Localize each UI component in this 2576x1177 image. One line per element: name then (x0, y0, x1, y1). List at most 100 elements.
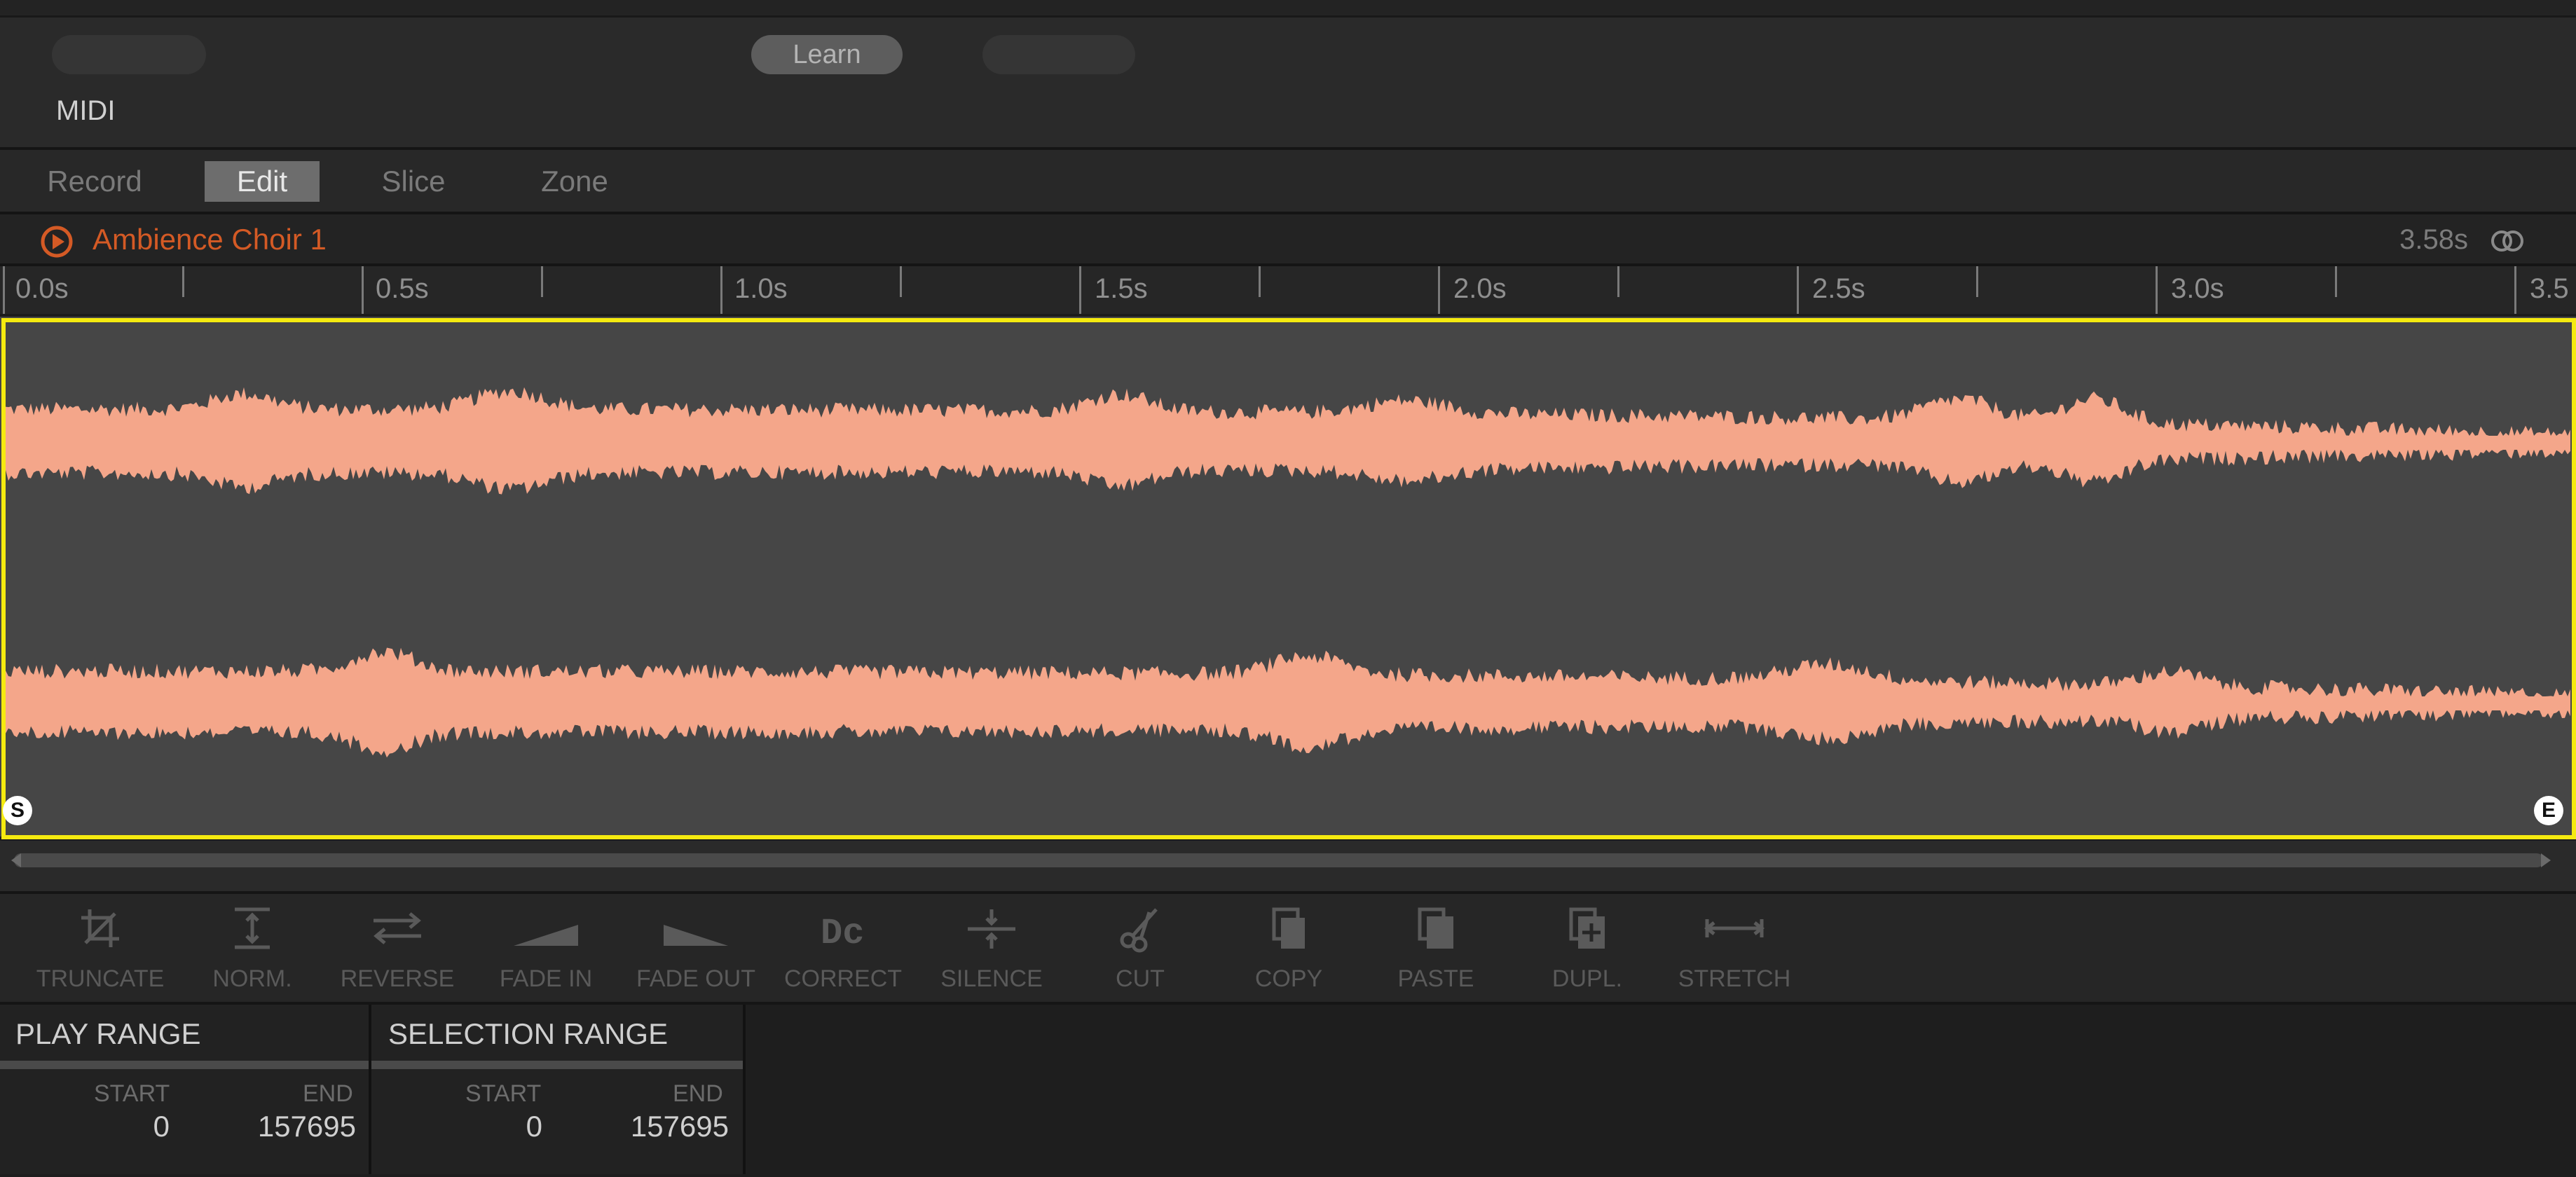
tool-label: SILENCE (940, 965, 1043, 992)
tab-edit[interactable]: Edit (205, 161, 320, 202)
start-label: START (94, 1080, 170, 1107)
play-range-start[interactable]: 0 (153, 1110, 170, 1143)
timeline-tick (3, 266, 5, 314)
timeline-tick (1976, 266, 1978, 297)
normalize-button[interactable]: NORM. (179, 894, 326, 999)
tab-slice[interactable]: Slice (357, 161, 470, 202)
truncate-button[interactable]: TRUNCATE (27, 894, 174, 999)
svg-text:Dc: Dc (821, 913, 864, 954)
play-range: PLAY RANGE START END 0 157695 (0, 1005, 371, 1174)
start-label: START (465, 1080, 542, 1107)
sample-length: 3.58s (2399, 224, 2468, 255)
tab-record[interactable]: Record (28, 161, 161, 202)
sample-editor-tabs: Record Edit Slice Zone (0, 150, 2576, 214)
selection-highlight (1, 318, 2576, 839)
fade-in-button[interactable]: FADE IN (472, 894, 619, 999)
range-divider (371, 1061, 743, 1069)
time-label: 1.0s (734, 273, 788, 304)
range-panel: PLAY RANGE START END 0 157695 SELECTION … (0, 1005, 2576, 1177)
midi-panel: Learn MIDI (0, 0, 2576, 150)
tool-label: NORM. (212, 965, 292, 992)
play-range-end[interactable]: 157695 (258, 1110, 356, 1143)
tool-label: CORRECT (783, 965, 903, 992)
dc-correct-icon: Dc (821, 913, 864, 954)
midi-label: MIDI (56, 95, 116, 126)
tool-label: TRUNCATE (36, 965, 165, 992)
fade-out-button[interactable]: FADE OUT (622, 894, 769, 999)
timeline-tick (362, 266, 364, 314)
selection-range-end[interactable]: 157695 (631, 1110, 729, 1143)
timeline-tick (182, 266, 184, 297)
tool-label: FADE IN (499, 965, 593, 992)
midi-knob-slot-1[interactable] (52, 35, 206, 74)
timeline-ruler[interactable]: 0.0s 0.5s 1.0s 1.5s 2.0s 2.5s 3.0s 3.5 (0, 266, 2576, 314)
timeline-tick (541, 266, 543, 297)
time-label: 0.5s (376, 273, 429, 304)
tool-label: COPY (1254, 965, 1323, 992)
end-label: END (673, 1080, 723, 1107)
time-label: 0.0s (15, 273, 69, 304)
end-label: END (303, 1080, 353, 1107)
cut-button[interactable]: CUT (1067, 894, 1214, 999)
sample-name: Ambience Choir 1 (93, 223, 327, 256)
copy-button[interactable]: COPY (1215, 894, 1362, 999)
tool-label: REVERSE (340, 965, 455, 992)
timeline-tick (1797, 266, 1799, 314)
tool-label: STRETCH (1678, 965, 1791, 992)
start-marker[interactable]: S (3, 796, 32, 825)
play-range-title: PLAY RANGE (15, 1017, 201, 1050)
truncate-icon (81, 909, 119, 947)
silence-icon (968, 909, 1015, 949)
top-divider (0, 0, 2576, 18)
scroll-right-icon[interactable] (2541, 853, 2551, 867)
reverse-button[interactable]: REVERSE (324, 894, 471, 999)
horizontal-scrollbar[interactable] (14, 853, 2544, 867)
duplicate-button[interactable]: DUPL. (1514, 894, 1661, 999)
normalize-icon (235, 907, 270, 949)
reverse-icon (374, 912, 421, 944)
tool-label: CUT (1116, 965, 1165, 992)
timeline-tick (1438, 266, 1440, 314)
timeline-tick (720, 266, 722, 314)
selection-range-start[interactable]: 0 (526, 1110, 542, 1143)
end-marker[interactable]: E (2534, 796, 2563, 825)
scissors-icon (1120, 908, 1158, 953)
tool-label: PASTE (1397, 965, 1474, 992)
timeline-tick (1079, 266, 1081, 314)
waveform-scrollbar-area (0, 841, 2576, 894)
tool-label: FADE OUT (636, 965, 756, 992)
scroll-left-icon[interactable] (11, 853, 21, 867)
edit-toolbar: TRUNCATE NORM. REVERSE FADE IN FADE OUT … (0, 894, 2576, 1005)
tab-zone[interactable]: Zone (519, 161, 631, 202)
time-label: 3.0s (2171, 273, 2224, 304)
stretch-button[interactable]: STRETCH (1661, 894, 1808, 999)
paste-button[interactable]: PASTE (1362, 894, 1509, 999)
paste-icon (1418, 907, 1453, 949)
range-divider (0, 1061, 369, 1069)
play-icon[interactable] (41, 226, 73, 258)
timeline-tick (2514, 266, 2516, 314)
sample-info-bar: Ambience Choir 1 3.58s (0, 214, 2576, 266)
learn-button[interactable]: Learn (751, 35, 903, 74)
timeline-tick (2156, 266, 2158, 314)
time-label: 2.5s (1812, 273, 1865, 304)
tool-label: DUPL. (1551, 965, 1623, 992)
stereo-link-icon[interactable] (2488, 228, 2527, 254)
fade-out-icon (664, 925, 728, 946)
timeline-tick (1617, 266, 1619, 297)
timeline-tick (2335, 266, 2337, 297)
copy-icon (1272, 907, 1305, 949)
fade-in-icon (514, 925, 578, 946)
timeline-tick (900, 266, 902, 297)
dc-correct-button[interactable]: Dc CORRECT (769, 894, 917, 999)
timeline-tick (1259, 266, 1261, 297)
selection-range-title: SELECTION RANGE (388, 1017, 669, 1050)
time-label: 2.0s (1453, 273, 1507, 304)
duplicate-icon (1569, 907, 1605, 949)
selection-range: SELECTION RANGE START END 0 157695 (371, 1005, 746, 1174)
silence-button[interactable]: SILENCE (918, 894, 1065, 999)
stretch-icon (1704, 919, 1765, 937)
time-label: 3.5 (2530, 273, 2569, 304)
midi-knob-slot-2[interactable] (982, 35, 1135, 74)
time-label: 1.5s (1095, 273, 1148, 304)
